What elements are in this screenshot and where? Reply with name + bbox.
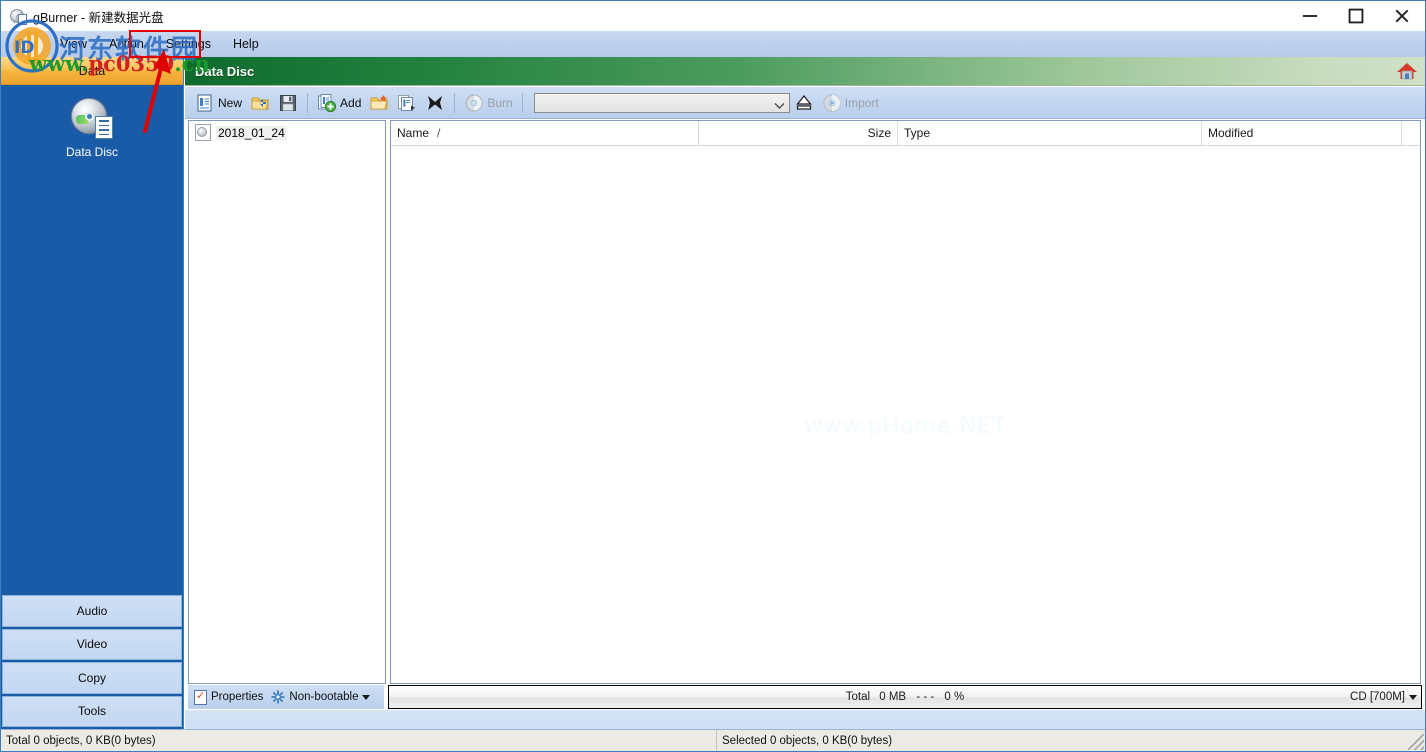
panel-header: Data Disc [185,57,1425,86]
toolbar-separator-2 [454,92,456,113]
column-sort-indicator: / [437,126,441,140]
burn-button[interactable]: Burn [460,88,516,118]
status-selected: Selected 0 objects, 0 KB(0 bytes) [722,734,893,747]
sidebar-button-tools[interactable]: Tools [2,695,182,727]
toolbar-separator-1 [307,92,309,113]
close-icon[interactable] [1379,1,1425,31]
extract-files-icon [398,94,416,111]
media-select[interactable]: CD [700M] [1350,687,1419,707]
page-watermark: www.pHome.NET [804,414,1007,439]
delete-button[interactable] [421,88,449,118]
file-list-pane[interactable]: Name / Size Type Modified www.pHome.NET [390,120,1421,684]
capacity-total-label: Total [845,691,871,703]
add-files-icon [318,93,337,112]
main-panel: Data Disc New Add Burn Import 2018_01_24… [184,57,1425,729]
open-button[interactable] [246,88,274,118]
bootable-label: Non-bootable [289,691,359,703]
disc-file-icon [195,124,211,141]
window-title: gBurner - 新建数据光盘 [33,10,164,25]
tree-item-root-label: 2018_01_24 [216,125,287,140]
add-button-label: Add [340,95,362,110]
properties-icon [194,689,207,705]
footer-spacer [185,710,1425,729]
data-disc-label: Data Disc [65,145,118,159]
save-button[interactable] [274,88,302,118]
capacity-bar[interactable]: Total 0 MB - - - 0 % CD [700M] [388,685,1422,709]
sidebar-button-video[interactable]: Video [2,628,182,660]
maximize-icon[interactable] [1333,1,1379,31]
column-type[interactable]: Type [898,121,1202,145]
bootable-gear-icon [271,690,286,704]
drive-select[interactable] [533,92,790,113]
app-disc-document-icon [9,7,27,25]
resize-grip[interactable] [1408,734,1424,750]
status-bar: Total 0 objects, 0 KB(0 bytes) Selected … [1,729,1425,751]
import-button-label: Import [844,95,879,110]
status-total: Total 0 objects, 0 KB(0 bytes) [1,730,717,751]
floppy-save-icon [280,94,297,111]
column-name-label: Name [397,126,430,140]
sidebar-button-copy[interactable]: Copy [2,662,182,694]
chevron-down-icon [362,694,371,700]
burn-disc-icon [465,93,484,112]
add-button[interactable]: Add [313,88,365,118]
sidebar-body: Data Disc [1,85,183,589]
new-folder-button[interactable] [365,88,393,118]
drive-select-value [539,94,771,112]
home-icon[interactable] [1396,60,1418,82]
capacity-percent: 0 % [944,691,965,703]
panel-footer: Properties [185,685,1425,729]
column-name[interactable]: Name / [391,121,699,145]
new-folder-icon [370,94,388,109]
import-disc-icon [823,93,841,112]
sidebar-button-audio[interactable]: Audio [2,595,182,627]
column-filler [1402,121,1420,145]
properties-button[interactable]: Properties [192,689,265,706]
capacity-separator: - - - [916,691,935,703]
new-button[interactable]: New [191,88,246,118]
open-folder-icon [251,97,269,109]
chevron-down-icon [774,99,785,113]
tree-item-root[interactable]: 2018_01_24 [189,121,385,144]
burn-button-label: Burn [487,95,513,110]
toolbar-separator-3 [521,92,523,113]
column-modified[interactable]: Modified [1202,121,1402,145]
menu-view[interactable]: View [49,34,98,54]
properties-label: Properties [211,691,264,703]
capacity-total: Total 0 MB - - - 0 % [846,691,964,703]
menu-settings[interactable]: Settings [155,34,222,54]
extract-button[interactable] [393,88,421,118]
file-list-header: Name / Size Type Modified [391,121,1420,146]
new-document-icon [197,93,212,112]
panel-title: Data Disc [195,63,255,79]
toolbar: New Add Burn Import [185,87,1425,119]
menu-help[interactable]: Help [222,34,270,54]
sidebar: Data Data Disc Audio Video Copy Tools [1,57,184,729]
menu-file[interactable]: File [7,34,49,54]
sidebar-button-group: Audio Video Copy Tools [1,595,183,729]
footer-toolbar: Properties [188,685,384,709]
file-list-body[interactable]: www.pHome.NET [391,146,1420,683]
media-select-label: CD [700M] [1350,691,1405,703]
tree-pane[interactable]: 2018_01_24 [188,120,386,684]
eject-icon [795,94,812,110]
sidebar-header: Data [1,57,183,85]
new-button-label: New [218,95,243,110]
window-controls [1287,1,1425,31]
sidebar-item-data-disc[interactable]: Data Disc [1,97,183,159]
capacity-total-size: 0 MB [879,691,907,703]
eject-button[interactable] [790,88,818,118]
delete-x-icon [428,95,443,110]
column-size[interactable]: Size [699,121,898,145]
import-button[interactable]: Import [818,88,883,118]
bootable-dropdown[interactable]: Non-bootable [269,689,372,705]
menu-bar: File View Action Settings Help [1,31,1425,57]
data-disc-icon [71,97,113,139]
chevron-down-icon [1409,694,1417,700]
application-window: gBurner - 新建数据光盘 File View Action Settin… [0,0,1426,752]
title-bar: gBurner - 新建数据光盘 [1,1,1425,31]
menu-action[interactable]: Action [98,34,155,54]
minimize-icon[interactable] [1287,1,1333,31]
